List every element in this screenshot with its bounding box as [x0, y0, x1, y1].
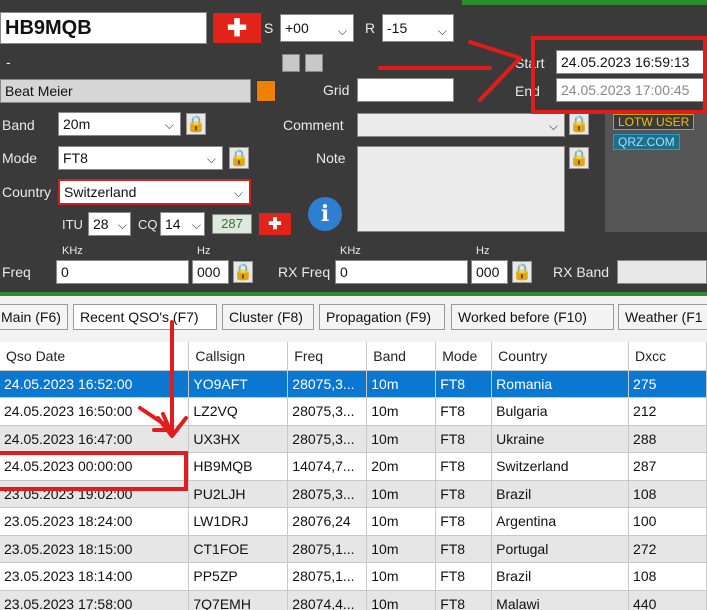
annotation-arrows — [138, 40, 522, 438]
annotation-arrow-line-diag — [138, 406, 172, 432]
annotation-arrow-line-top — [378, 40, 522, 102]
annotation-arrow-line-tab — [156, 320, 188, 438]
